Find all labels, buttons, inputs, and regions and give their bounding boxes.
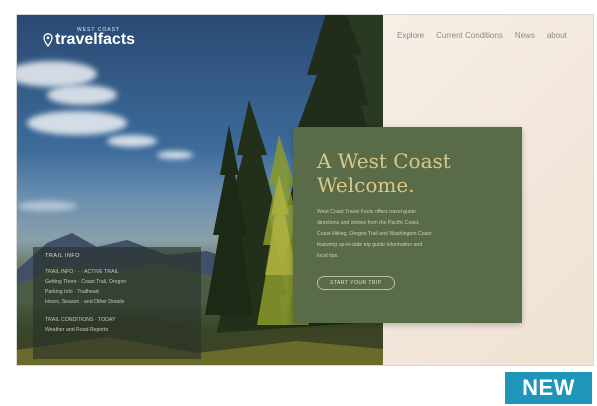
location-pin-icon bbox=[43, 33, 53, 47]
welcome-title-line: A West Coast bbox=[317, 149, 451, 173]
welcome-body-line: Coast Hiking, Oregon Trail and Washingto… bbox=[317, 231, 432, 237]
trail-info-line: Hours, Season · and Other Details bbox=[45, 299, 125, 305]
main-nav: Explore Current Conditions News about bbox=[397, 31, 567, 40]
nav-about[interactable]: about bbox=[547, 31, 567, 40]
nav-current-conditions[interactable]: Current Conditions bbox=[436, 31, 503, 40]
welcome-body-line: featuring up-to-date trip guide informat… bbox=[317, 242, 423, 248]
welcome-title: A West Coast Welcome. bbox=[317, 149, 498, 197]
trail-info-box: TRAIL INFO TRAIL INFO · · · ACTIVE TRAIL… bbox=[33, 247, 201, 359]
trail-info-line: TRAIL CONDITIONS · TODAY bbox=[45, 317, 116, 323]
trail-info-line: Getting There · Coast Trail, Oregon bbox=[45, 279, 127, 285]
nav-explore[interactable]: Explore bbox=[397, 31, 424, 40]
logo-small-text: WEST COAST bbox=[77, 27, 120, 33]
trail-info-line: Parking Info · Trailhead bbox=[45, 289, 99, 295]
logo-main-text: travelfacts bbox=[55, 31, 136, 48]
trail-info-line: TRAIL INFO · · · ACTIVE TRAIL bbox=[45, 269, 119, 275]
new-badge: NEW bbox=[505, 372, 592, 404]
nav-news[interactable]: News bbox=[515, 31, 535, 40]
welcome-title-line: Welcome. bbox=[317, 173, 415, 197]
welcome-body-line: local tips. bbox=[317, 253, 339, 259]
trail-info-line: Weather and Road Reports bbox=[45, 327, 109, 333]
welcome-body-line: directions and stories from the Pacific … bbox=[317, 220, 420, 226]
welcome-body: West Coast Travel Facts offers travel gu… bbox=[317, 207, 492, 262]
welcome-body-line: West Coast Travel Facts offers travel gu… bbox=[317, 209, 416, 215]
start-trip-button[interactable]: START YOUR TRIP bbox=[317, 276, 395, 290]
welcome-panel: A West Coast Welcome. West Coast Travel … bbox=[293, 127, 522, 323]
site-logo[interactable]: WEST COAST travelfacts bbox=[43, 25, 135, 49]
website-screenshot: TRAIL INFO TRAIL INFO · · · ACTIVE TRAIL… bbox=[16, 14, 594, 366]
